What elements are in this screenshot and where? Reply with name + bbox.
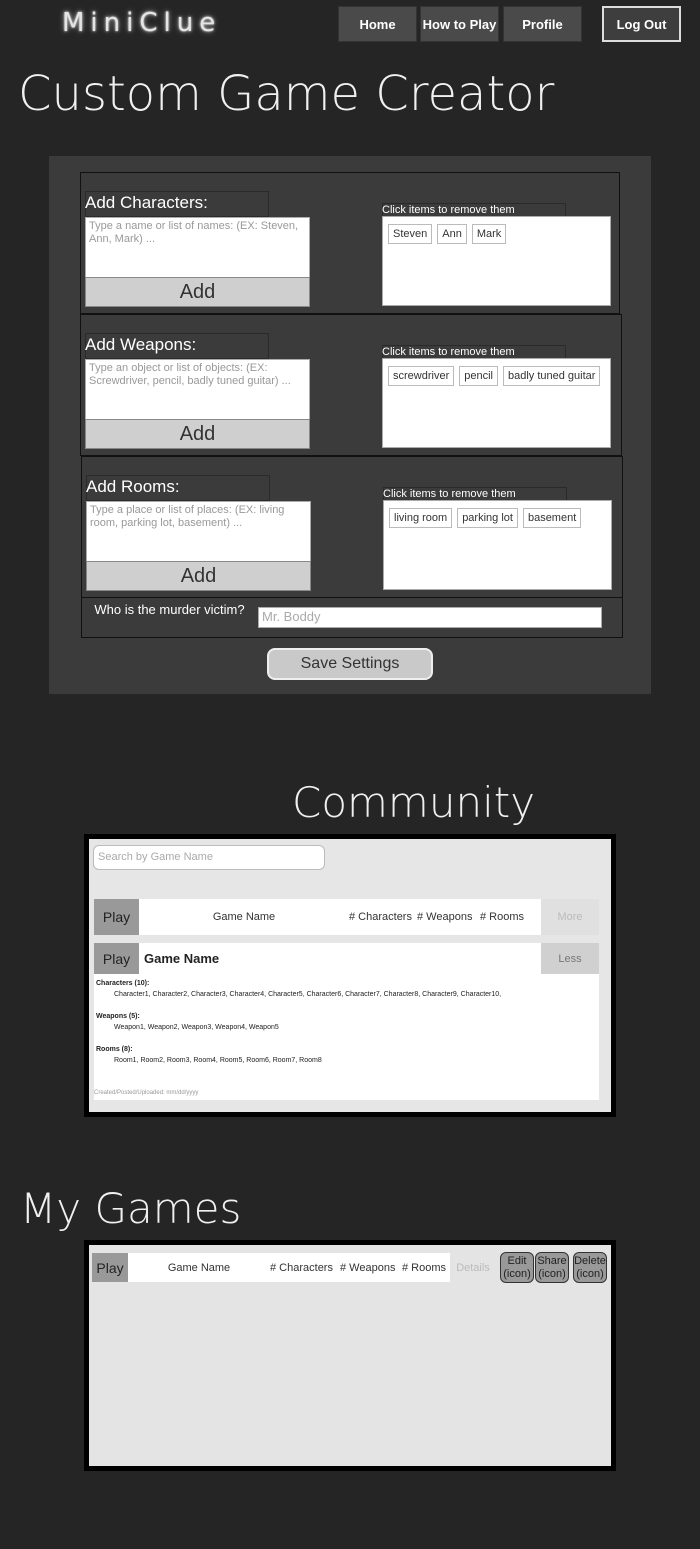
weapons-section: Add Weapons: Type an object or list of o… [80,314,622,456]
weapons-list: Weapon1, Weapon2, Weapon3, Weapon4, Weap… [114,1024,279,1031]
rooms-list: Room1, Room2, Room3, Room4, Room5, Room6… [114,1057,322,1064]
characters-input[interactable]: Type a name or list of names: (EX: Steve… [85,217,310,278]
remove-hint: Click items to remove them [383,488,516,500]
remove-hint: Click items to remove them [382,204,515,216]
characters-list: Steven Ann Mark [382,216,611,306]
victim-label: Who is the murder victim? [94,602,245,617]
game-row: Play Game Name # Characters # Weapons # … [92,1253,450,1282]
created-date: Created/Posted/Uploaded: mm/dd/yyyy [94,1090,199,1096]
add-rooms-button[interactable]: Add [86,561,311,591]
rooms-label: Add Rooms: [86,477,180,496]
play-button[interactable]: Play [92,1253,128,1282]
characters-count: # Characters [270,1261,333,1274]
weapons-heading: Weapons (5): [96,1013,140,1020]
characters-label: Add Characters: [85,193,208,212]
rooms-input[interactable]: Type a place or list of places: (EX: liv… [86,501,311,562]
add-characters-button[interactable]: Add [85,277,310,307]
logout-button[interactable]: Log Out [602,6,681,42]
remove-hint: Click items to remove them [382,346,515,358]
characters-section: Add Characters: Type a name or list of n… [80,172,620,314]
expanded-game-row: Play Game Name Less Characters (10): Cha… [94,943,599,1100]
character-chip[interactable]: Steven [388,224,433,244]
nav-how-to-play-button[interactable]: How to Play [420,6,499,42]
character-chip[interactable]: Ann [437,224,467,244]
community-panel: Search by Game Name Play Game Name # Cha… [84,834,616,1117]
victim-input[interactable]: Mr. Boddy [258,607,602,628]
share-button[interactable]: Share (icon) [535,1252,569,1283]
app-logo: MiniClue [62,8,222,38]
game-creator-panel: Add Characters: Type a name or list of n… [49,156,651,694]
add-weapons-button[interactable]: Add [85,419,310,449]
weapon-chip[interactable]: badly tuned guitar [502,366,601,386]
victim-section: Who is the murder victim? Mr. Boddy [81,597,623,638]
my-games-panel: Play Game Name # Characters # Weapons # … [84,1240,616,1471]
weapons-count: # Weapons [340,1261,396,1274]
page-title: Custom Game Creator [18,66,555,122]
edit-button[interactable]: Edit (icon) [500,1252,534,1283]
room-chip[interactable]: living room [389,508,453,528]
more-button[interactable]: More [541,899,599,935]
my-games-title: My Games [20,1184,242,1233]
rooms-count: # Rooms [402,1261,447,1274]
details-button[interactable]: Details [450,1253,496,1282]
weapons-list: screwdriver pencil badly tuned guitar [382,358,611,448]
character-chip[interactable]: Mark [471,224,507,244]
rooms-heading: Rooms (8): [96,1046,133,1053]
play-button[interactable]: Play [94,943,139,974]
rooms-list: living room parking lot basement [383,500,612,590]
weapons-input[interactable]: Type an object or list of objects: (EX: … [85,359,310,420]
characters-count: # Characters [349,911,412,923]
delete-button[interactable]: Delete (icon) [573,1252,607,1283]
characters-list: Character1, Character2, Character3, Char… [114,991,502,998]
game-name: Game Name [212,911,276,923]
room-chip[interactable]: parking lot [457,508,518,528]
rooms-section: Add Rooms: Type a place or list of place… [81,456,623,598]
play-button[interactable]: Play [94,899,139,935]
less-button[interactable]: Less [541,943,599,974]
characters-heading: Characters (10): [96,980,150,987]
game-row: Play Game Name # Characters # Weapons # … [94,899,599,935]
weapons-label: Add Weapons: [85,335,197,354]
game-name: Game Name [144,951,220,966]
nav-home-button[interactable]: Home [338,6,417,42]
rooms-count: # Rooms [480,911,525,923]
room-chip[interactable]: basement [522,508,582,528]
weapons-count: # Weapons [417,911,473,923]
weapon-chip[interactable]: pencil [459,366,498,386]
weapon-chip[interactable]: screwdriver [388,366,455,386]
game-name: Game Name [167,1261,231,1274]
nav-profile-button[interactable]: Profile [503,6,582,42]
search-input[interactable]: Search by Game Name [93,845,325,870]
save-settings-button[interactable]: Save Settings [267,648,433,680]
